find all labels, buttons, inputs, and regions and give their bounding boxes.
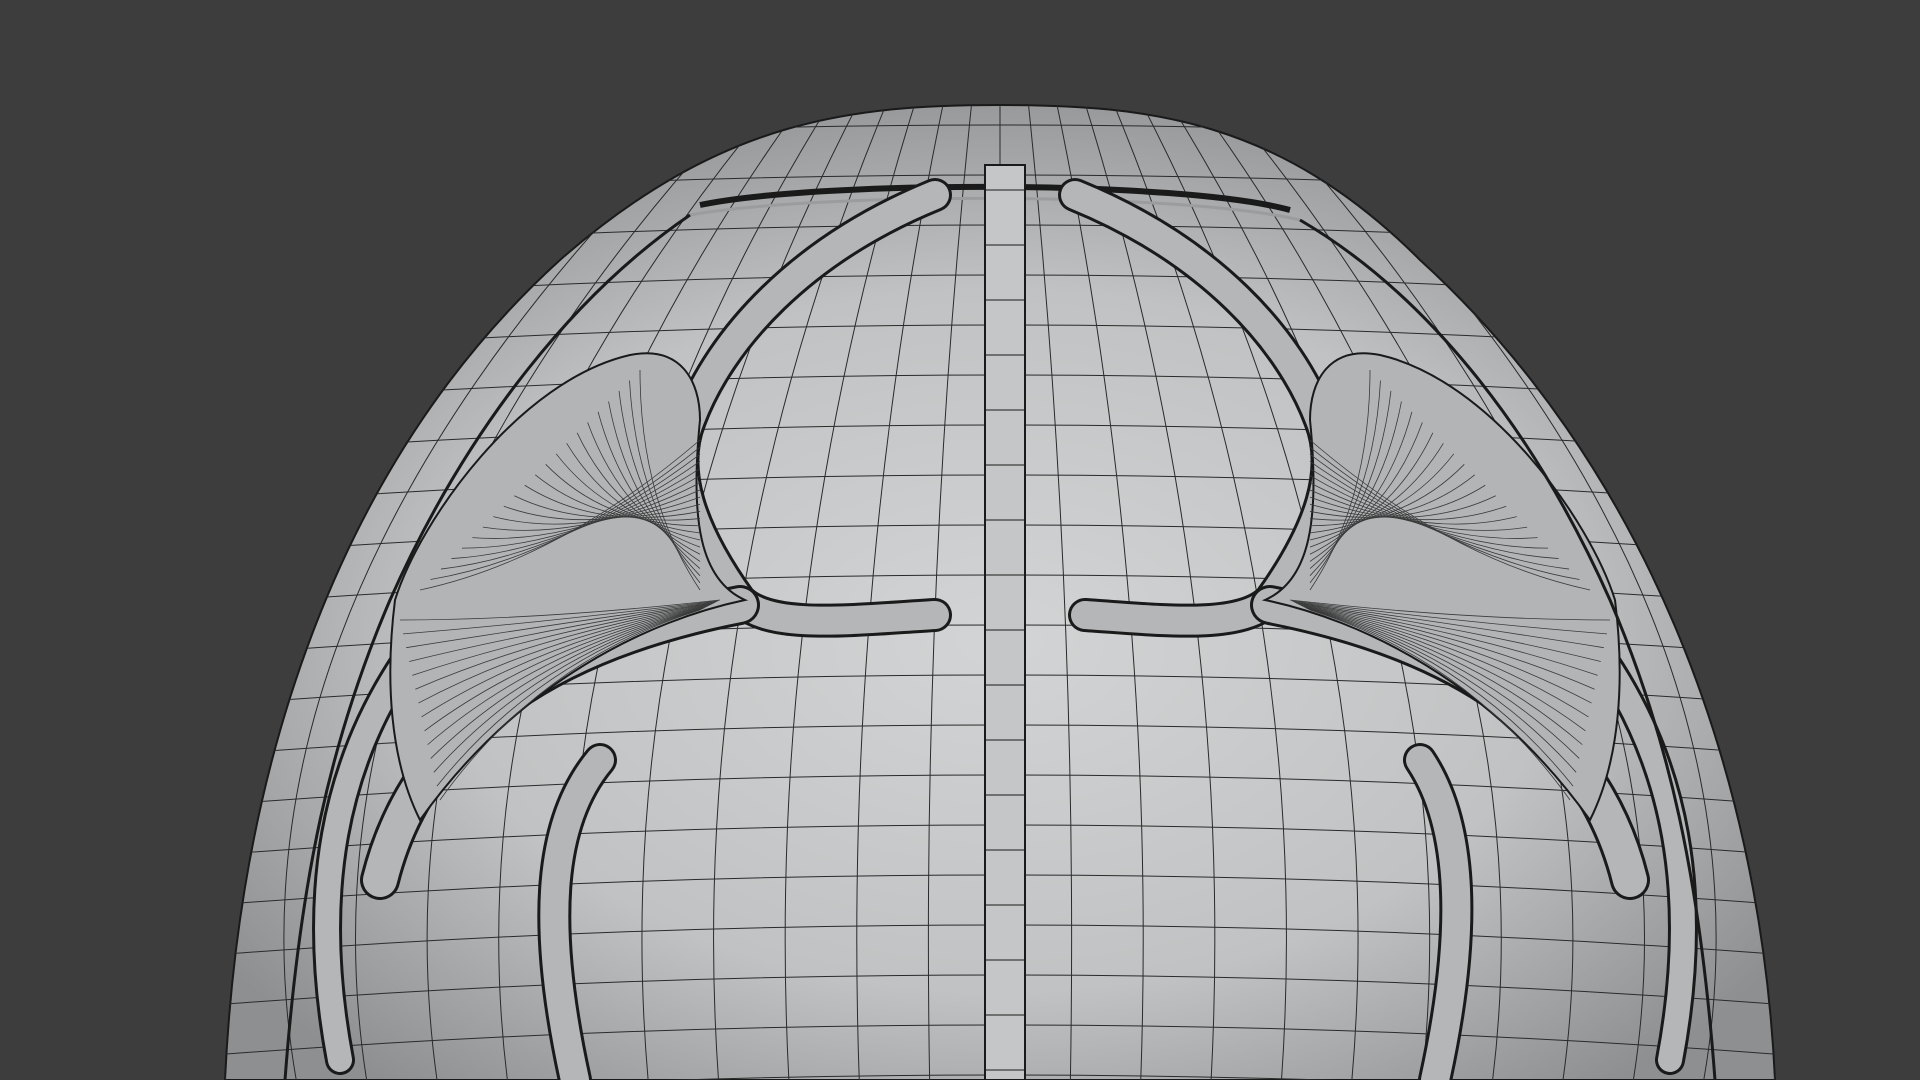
center-spine-strip (984, 164, 1026, 1080)
viewport-canvas[interactable] (0, 0, 1920, 1080)
3d-viewport[interactable] (0, 0, 1920, 1080)
